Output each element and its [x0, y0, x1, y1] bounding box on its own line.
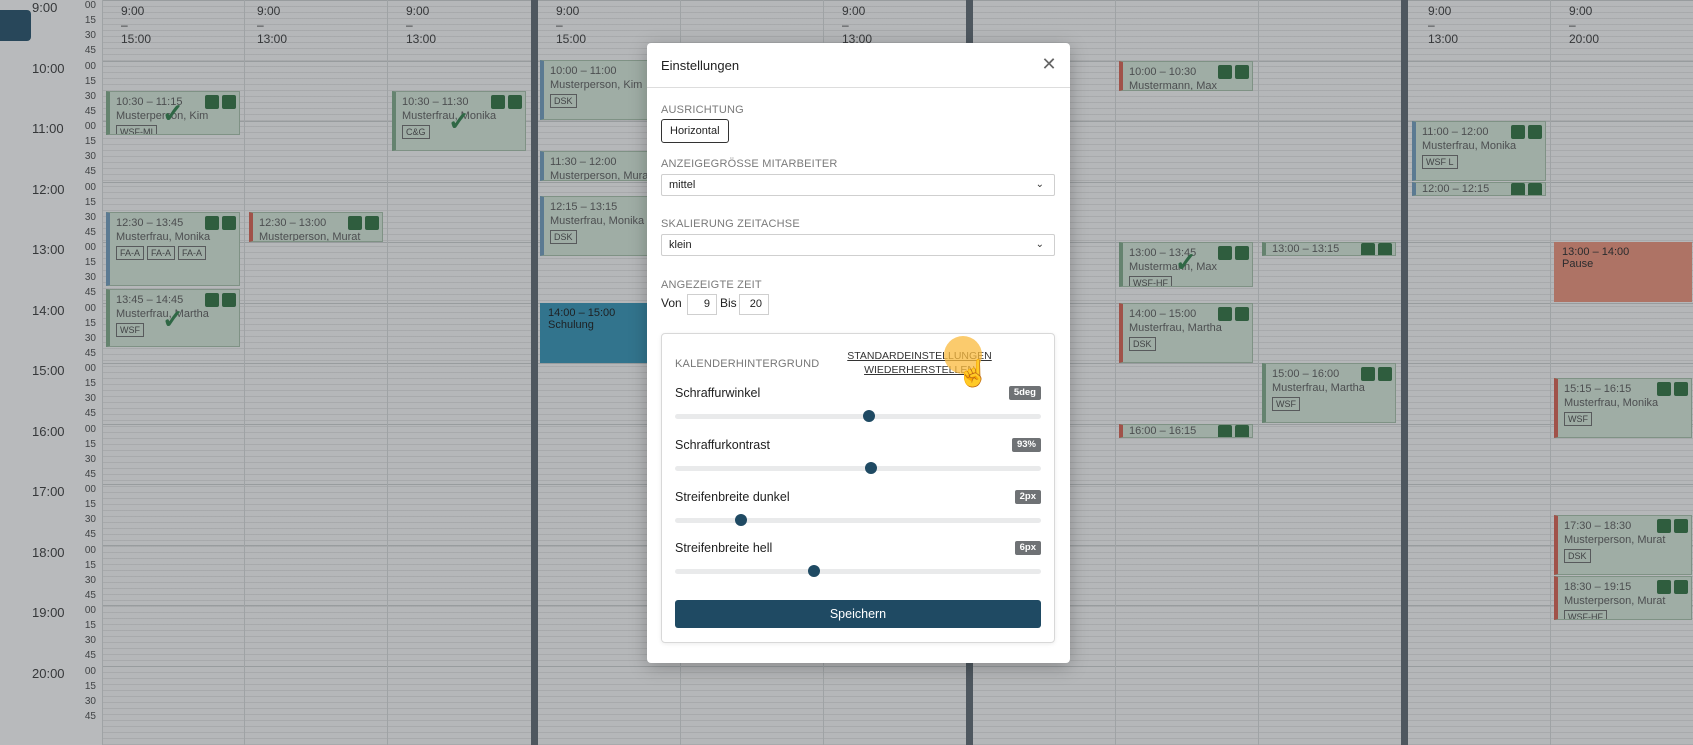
slider-thumb[interactable] [864, 462, 877, 474]
slider-thumb[interactable] [862, 410, 875, 422]
from-label: Von [661, 296, 682, 310]
to-label: Bis [720, 296, 737, 310]
chevron-down-icon: ⌄ [1035, 239, 1044, 250]
stripe-width-dark-slider[interactable] [675, 514, 1041, 526]
from-hour-input[interactable]: 9 [687, 294, 717, 315]
slider-thumb[interactable] [734, 514, 747, 526]
hatch-angle-label: Schraffurwinkel [675, 386, 761, 400]
dialog-title: Einstellungen [661, 58, 740, 73]
stripe-width-light-label: Streifenbreite hell [675, 541, 773, 555]
select-value: klein [669, 239, 692, 251]
orientation-label: AUSRICHTUNG [661, 104, 744, 116]
hatch-angle-slider[interactable] [675, 410, 1041, 422]
chevron-down-icon: ⌄ [1035, 179, 1044, 190]
hand-cursor-icon: ☝ [957, 358, 990, 388]
display-size-label: ANZEIGEGRÖSSE MITARBEITER [661, 158, 838, 170]
stripe-width-dark-value: 2px [1014, 490, 1041, 504]
time-scale-select[interactable]: klein ⌄ [661, 234, 1055, 256]
to-hour-input[interactable]: 20 [739, 294, 769, 315]
slider-thumb[interactable] [808, 565, 821, 577]
hatch-contrast-label: Schraffurkontrast [675, 438, 770, 452]
hatch-contrast-value: 93% [1011, 438, 1041, 452]
dialog-header: Einstellungen ✕ [647, 43, 1070, 88]
displayed-time-label: ANGEZEIGTE ZEIT [661, 279, 762, 291]
hatch-contrast-slider[interactable] [675, 462, 1041, 474]
hatch-angle-value: 5deg [1008, 386, 1041, 400]
stripe-width-light-value: 6px [1014, 541, 1041, 555]
save-button[interactable]: Speichern [675, 600, 1041, 628]
time-scale-label: SKALIERUNG ZEITACHSE [661, 218, 800, 230]
close-icon[interactable]: ✕ [1040, 55, 1058, 73]
stripe-width-light-slider[interactable] [675, 565, 1041, 577]
calendar-background-panel: KALENDERHINTERGRUND STANDARDEINSTELLUNGE… [661, 333, 1055, 643]
settings-dialog: Einstellungen ✕ AUSRICHTUNG Horizontal A… [647, 43, 1070, 663]
stripe-width-dark-label: Streifenbreite dunkel [675, 490, 790, 504]
display-size-select[interactable]: mittel ⌄ [661, 174, 1055, 196]
panel-title: KALENDERHINTERGRUND [675, 358, 820, 370]
orientation-button[interactable]: Horizontal [661, 119, 729, 143]
calendar-app: 9:00 00 15 30 45 10:00 00 15 30 45 11:00 00 15 30 45 12… [0, 0, 1693, 745]
select-value: mittel [669, 179, 696, 191]
